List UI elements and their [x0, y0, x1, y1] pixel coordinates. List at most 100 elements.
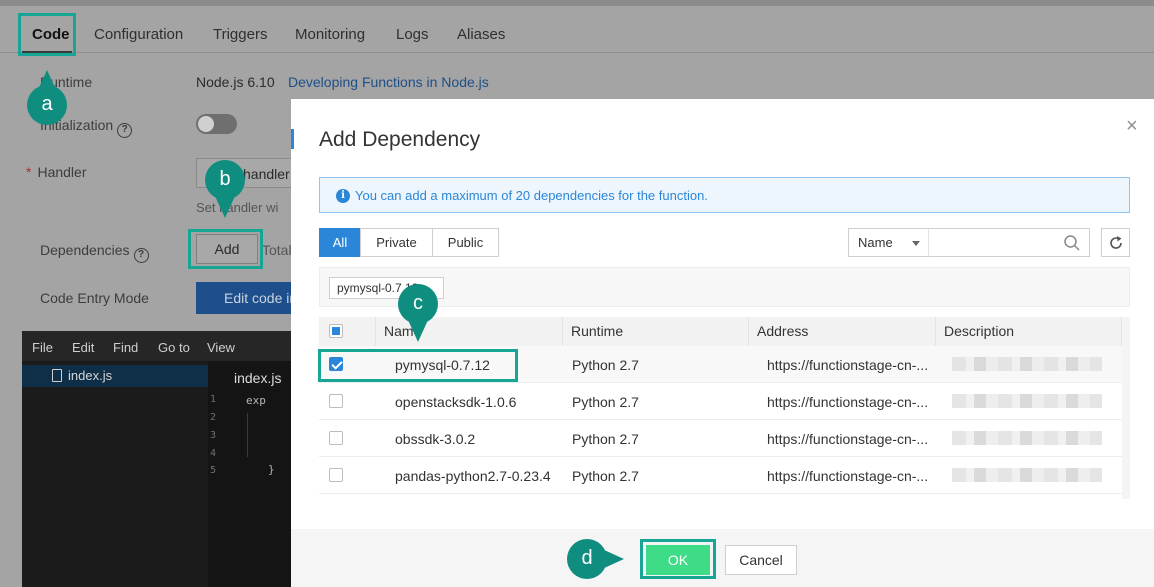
tab-bar: Code Configuration Triggers Monitoring L… [0, 6, 1154, 54]
line-number: 3 [210, 430, 217, 441]
row-checkbox[interactable] [329, 431, 343, 445]
dependency-name: obssdk-3.0.2 [395, 431, 476, 447]
dialog-title: Add Dependency [319, 128, 481, 151]
redacted-description [952, 357, 1102, 371]
search-field-select[interactable]: Name [848, 228, 928, 257]
dependency-runtime: Python 2.7 [572, 394, 639, 410]
selected-dependencies-area: pymysql-0.7.12 [319, 267, 1130, 307]
line-number: 1 [210, 394, 217, 405]
marker-d: d [567, 539, 607, 579]
search-field-value: Name [858, 235, 893, 250]
marker-d-pointer [602, 549, 624, 569]
info-banner: i You can add a maximum of 20 dependenci… [319, 177, 1130, 213]
filter-all[interactable]: All [319, 228, 361, 257]
required-star: * [26, 164, 32, 180]
editor-menu-file[interactable]: File [32, 340, 53, 355]
code-entry-label: Code Entry Mode [40, 290, 149, 306]
dependency-table: Name Runtime Address Description pymysql… [319, 317, 1130, 499]
editor-menu-find[interactable]: Find [113, 340, 138, 355]
add-dependency-dialog: Add Dependency × i You can add a maximum… [291, 99, 1154, 587]
dependency-address: https://functionstage-cn-... [767, 357, 929, 373]
dependency-address: https://functionstage-cn-... [767, 431, 929, 447]
close-icon[interactable]: × [1126, 116, 1138, 136]
line-number: 5 [210, 465, 217, 476]
dependencies-label: Dependencies? [40, 242, 149, 263]
editor-menu-goto[interactable]: Go to [158, 340, 190, 355]
runtime-value: Node.js 6.10 [196, 74, 275, 90]
code-line[interactable]: } [268, 463, 275, 476]
table-row[interactable]: openstacksdk-1.0.6 Python 2.7 https://fu… [319, 383, 1122, 420]
search-input[interactable] [928, 228, 1090, 257]
tab-monitoring[interactable]: Monitoring [295, 26, 365, 43]
column-header-address[interactable]: Address [749, 317, 936, 346]
marker-b: b [205, 160, 245, 200]
table-row[interactable]: pandas-python2.7-0.23.4 Python 2.7 https… [319, 457, 1122, 494]
marker-a: a [27, 85, 67, 125]
row-checkbox[interactable] [329, 394, 343, 408]
help-icon[interactable]: ? [117, 123, 133, 138]
highlight-ok-button [640, 539, 716, 579]
handler-label: * Handler [26, 164, 86, 180]
dependency-address: https://functionstage-cn-... [767, 468, 929, 484]
editor-tab-label: index.js [234, 370, 282, 386]
caret-down-icon [912, 241, 920, 246]
indent-guide [247, 413, 248, 457]
marker-c: c [398, 284, 438, 324]
handler-hint: Set handler wi [196, 200, 279, 215]
initialization-toggle[interactable] [196, 114, 237, 134]
dependency-runtime: Python 2.7 [572, 431, 639, 447]
info-icon: i [336, 189, 350, 203]
dependency-name: pandas-python2.7-0.23.4 [395, 468, 551, 484]
total-text: Total [262, 242, 292, 258]
highlight-add-button [188, 229, 263, 269]
select-all-checkbox[interactable] [329, 324, 343, 338]
tab-logs[interactable]: Logs [396, 26, 429, 43]
table-scrollbar[interactable] [1122, 317, 1130, 499]
editor-menu-edit[interactable]: Edit [72, 340, 94, 355]
tab-triggers[interactable]: Triggers [213, 26, 267, 43]
table-row[interactable]: obssdk-3.0.2 Python 2.7 https://function… [319, 420, 1122, 457]
title-accent-bar [291, 129, 294, 149]
filter-public[interactable]: Public [432, 228, 499, 257]
help-icon[interactable]: ? [133, 248, 149, 263]
info-text: You can add a maximum of 20 dependencies… [355, 188, 708, 203]
code-editor: File Edit Find Go to View index.js index… [22, 331, 292, 587]
tab-aliases[interactable]: Aliases [457, 26, 505, 43]
column-header-description[interactable]: Description [936, 317, 1122, 346]
edit-code-inline-button[interactable]: Edit code in [196, 282, 296, 314]
dependencies-label-text: Dependencies [40, 242, 130, 258]
refresh-button[interactable] [1101, 228, 1130, 257]
dependency-name: openstacksdk-1.0.6 [395, 394, 517, 410]
editor-menu-view[interactable]: View [207, 340, 235, 355]
column-header-name[interactable]: Name [376, 317, 563, 346]
redacted-description [952, 431, 1102, 445]
file-tree-item[interactable]: index.js [22, 365, 208, 387]
row-checkbox[interactable] [329, 468, 343, 482]
filter-private[interactable]: Private [360, 228, 433, 257]
handler-label-text: Handler [37, 164, 87, 180]
editor-tab[interactable]: index.js [208, 361, 292, 386]
dependency-address: https://functionstage-cn-... [767, 394, 929, 410]
search-icon[interactable] [1063, 234, 1081, 252]
dependency-runtime: Python 2.7 [572, 357, 639, 373]
code-line[interactable]: exp [246, 394, 266, 407]
line-number: 4 [210, 448, 217, 459]
tab-configuration[interactable]: Configuration [94, 26, 183, 43]
column-header-runtime[interactable]: Runtime [563, 317, 749, 346]
line-number: 2 [210, 412, 217, 423]
file-tree: index.js [22, 361, 208, 587]
marker-b-pointer [215, 196, 235, 218]
refresh-icon [1110, 236, 1122, 249]
file-name: index.js [68, 368, 113, 383]
highlight-code-tab [18, 13, 76, 56]
file-icon [52, 369, 62, 382]
dependency-runtime: Python 2.7 [572, 468, 639, 484]
runtime-doc-link[interactable]: Developing Functions in Node.js [288, 74, 489, 90]
marker-c-pointer [408, 320, 428, 342]
dialog-footer: OK Cancel [291, 529, 1154, 587]
redacted-description [952, 394, 1102, 408]
highlight-selected-row [318, 349, 518, 382]
editor-menu-bar: File Edit Find Go to View [22, 331, 292, 361]
cancel-button[interactable]: Cancel [725, 545, 797, 575]
select-all-header [319, 317, 376, 346]
